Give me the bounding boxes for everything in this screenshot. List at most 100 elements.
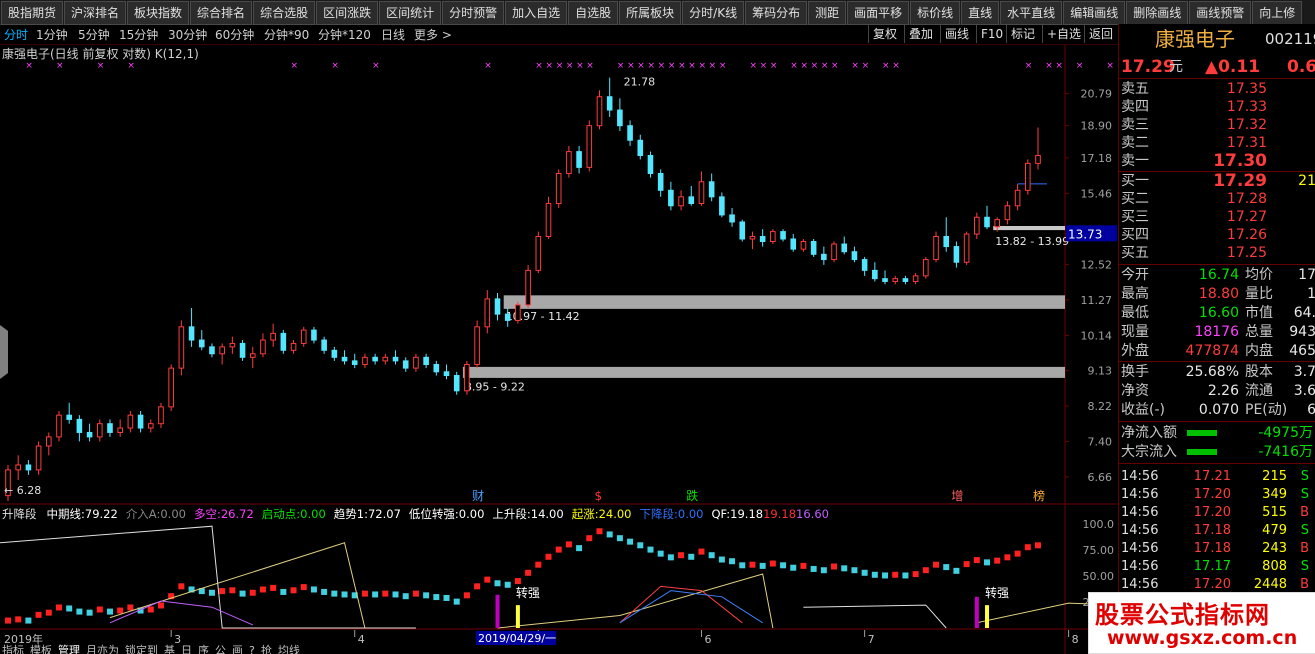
indicator-key: 上升段:: [492, 507, 530, 521]
time-tick-label: 7: [868, 633, 875, 646]
candle: [321, 336, 327, 354]
cursor-date: 2019/04/29/一: [478, 632, 556, 645]
stat-value: 16.60: [1198, 305, 1239, 321]
tick-direction: B: [1300, 541, 1309, 556]
tick-time: 14:56: [1121, 487, 1159, 502]
toolbar-button-7[interactable]: 分时预警: [442, 1, 505, 25]
right-tool-5[interactable]: +自选: [1042, 25, 1085, 43]
toolbar-button-21[interactable]: 向上修: [1252, 1, 1303, 25]
bottom-tab[interactable]: 管理: [58, 643, 80, 654]
candle: [209, 343, 215, 358]
right-tool-2[interactable]: 画线: [940, 25, 973, 43]
period-tab-5[interactable]: 60分钟: [215, 26, 254, 43]
toolbar-button-11[interactable]: 分时/K线: [682, 1, 745, 25]
toolbar-button-2[interactable]: 板块指数: [127, 1, 190, 25]
right-tool-3[interactable]: F10: [976, 25, 1007, 43]
candle: [576, 145, 582, 174]
signal-marker: ×: [1055, 61, 1063, 71]
period-tab-8[interactable]: 日线: [381, 26, 405, 43]
candle: [362, 353, 368, 369]
signal-marker: ×: [760, 61, 768, 71]
buy-price: 17.27: [1226, 209, 1267, 225]
signal-marker: ×: [851, 61, 859, 71]
bottom-tab[interactable]: 月亦为: [86, 643, 119, 654]
period-tab-0[interactable]: 分时: [4, 26, 28, 43]
period-tab-3[interactable]: 15分钟: [119, 26, 158, 43]
bottom-tab[interactable]: 锁定到: [125, 643, 158, 654]
right-tool-6[interactable]: 返回: [1084, 25, 1117, 43]
bottom-tab[interactable]: 均线: [278, 643, 300, 654]
right-tool-1[interactable]: 叠加: [904, 25, 937, 43]
stat-row: 最高 18.80 量比 1: [1119, 285, 1315, 303]
candle: [117, 419, 123, 437]
toolbar-button-3[interactable]: 综合排名: [190, 1, 253, 25]
signal-marker: ×: [749, 61, 757, 71]
signal-marker: ×: [770, 61, 778, 71]
stat-label: 今开: [1121, 267, 1149, 283]
bottom-tab[interactable]: 基: [164, 644, 175, 654]
period-tab-6[interactable]: 分钟*90: [264, 26, 309, 43]
stat-label: 现量: [1121, 324, 1149, 340]
signal-marker: ×: [892, 61, 900, 71]
toolbar-button-5[interactable]: 区间涨跌: [316, 1, 379, 25]
toolbar-button-10[interactable]: 所属板块: [619, 1, 682, 25]
candle: [494, 292, 501, 321]
price-tick-label: 10.14: [1081, 329, 1113, 342]
candle: [810, 238, 817, 257]
toolbar-button-19[interactable]: 删除画线: [1126, 1, 1189, 25]
bottom-tab[interactable]: 序: [198, 643, 209, 654]
signal-marker: ×: [637, 61, 645, 71]
toolbar-button-9[interactable]: 自选股: [568, 1, 619, 25]
toolbar-button-18[interactable]: 编辑画线: [1063, 1, 1126, 25]
support-zone: [503, 295, 1065, 309]
bottom-tab[interactable]: 公: [215, 644, 226, 654]
bottom-tab[interactable]: 画: [232, 644, 243, 654]
indicator-key: 下降段:: [640, 507, 678, 521]
indicator-key: QF:: [712, 507, 731, 521]
signal-marker: ×: [647, 61, 655, 71]
toolbar-button-0[interactable]: 股指期货: [1, 1, 64, 25]
bottom-tab[interactable]: 日: [181, 644, 192, 654]
candle: [25, 460, 32, 475]
toolbar-button-13[interactable]: 测距: [808, 1, 847, 25]
bottom-tab[interactable]: ?: [249, 644, 255, 654]
bottom-tab[interactable]: 指标: [2, 643, 24, 654]
toolbar-button-20[interactable]: 画线预警: [1189, 1, 1252, 25]
toolbar-button-1[interactable]: 沪深排名: [64, 1, 127, 25]
candle: [239, 340, 246, 361]
candle: [841, 236, 848, 255]
candle: [15, 455, 21, 480]
toolbar-button-15[interactable]: 标价线: [910, 1, 961, 25]
candle: [586, 120, 593, 172]
event-mark: 榜: [1033, 488, 1045, 503]
period-tab-2[interactable]: 5分钟: [78, 26, 110, 43]
tick-volume: 243: [1262, 541, 1287, 556]
toolbar-button-14[interactable]: 画面平移: [847, 1, 910, 25]
toolbar-button-8[interactable]: 加入自选: [505, 1, 568, 25]
toolbar-button-16[interactable]: 直线: [961, 1, 1000, 25]
candle: [1004, 201, 1011, 225]
sell-row: 卖三 17.32: [1119, 116, 1315, 134]
period-tab-4[interactable]: 30分钟: [168, 26, 207, 43]
stat-value-2: 17: [1298, 267, 1315, 283]
bottom-tab[interactable]: 抢: [261, 643, 272, 654]
toolbar-button-6[interactable]: 区间统计: [379, 1, 442, 25]
period-tab-7[interactable]: 分钟*120: [318, 26, 371, 43]
indicator-key: 趋势1:: [334, 507, 368, 521]
indicator-value: 0.00: [300, 507, 326, 521]
right-tool-0[interactable]: 复权: [868, 25, 901, 43]
buy-row: 买三 17.27: [1119, 208, 1315, 226]
signal-marker: ×: [800, 61, 808, 71]
period-tab-1[interactable]: 1分钟: [36, 26, 68, 43]
toolbar-button-12[interactable]: 筹码分布: [745, 1, 808, 25]
toolbar-button-17[interactable]: 水平直线: [1000, 1, 1063, 25]
toolbar-button-4[interactable]: 综合选股: [253, 1, 316, 25]
bottom-tab[interactable]: 模板: [30, 643, 52, 654]
tick-price: 17.18: [1193, 541, 1231, 556]
support-zone: [462, 366, 1065, 378]
period-tab-9[interactable]: 更多 >: [414, 26, 452, 43]
watermark: 股票公式指标网 www.gsxz.com.cn: [1088, 592, 1315, 654]
right-tool-4[interactable]: 标记: [1006, 25, 1039, 43]
candle: [647, 151, 654, 178]
candle: [260, 333, 266, 358]
